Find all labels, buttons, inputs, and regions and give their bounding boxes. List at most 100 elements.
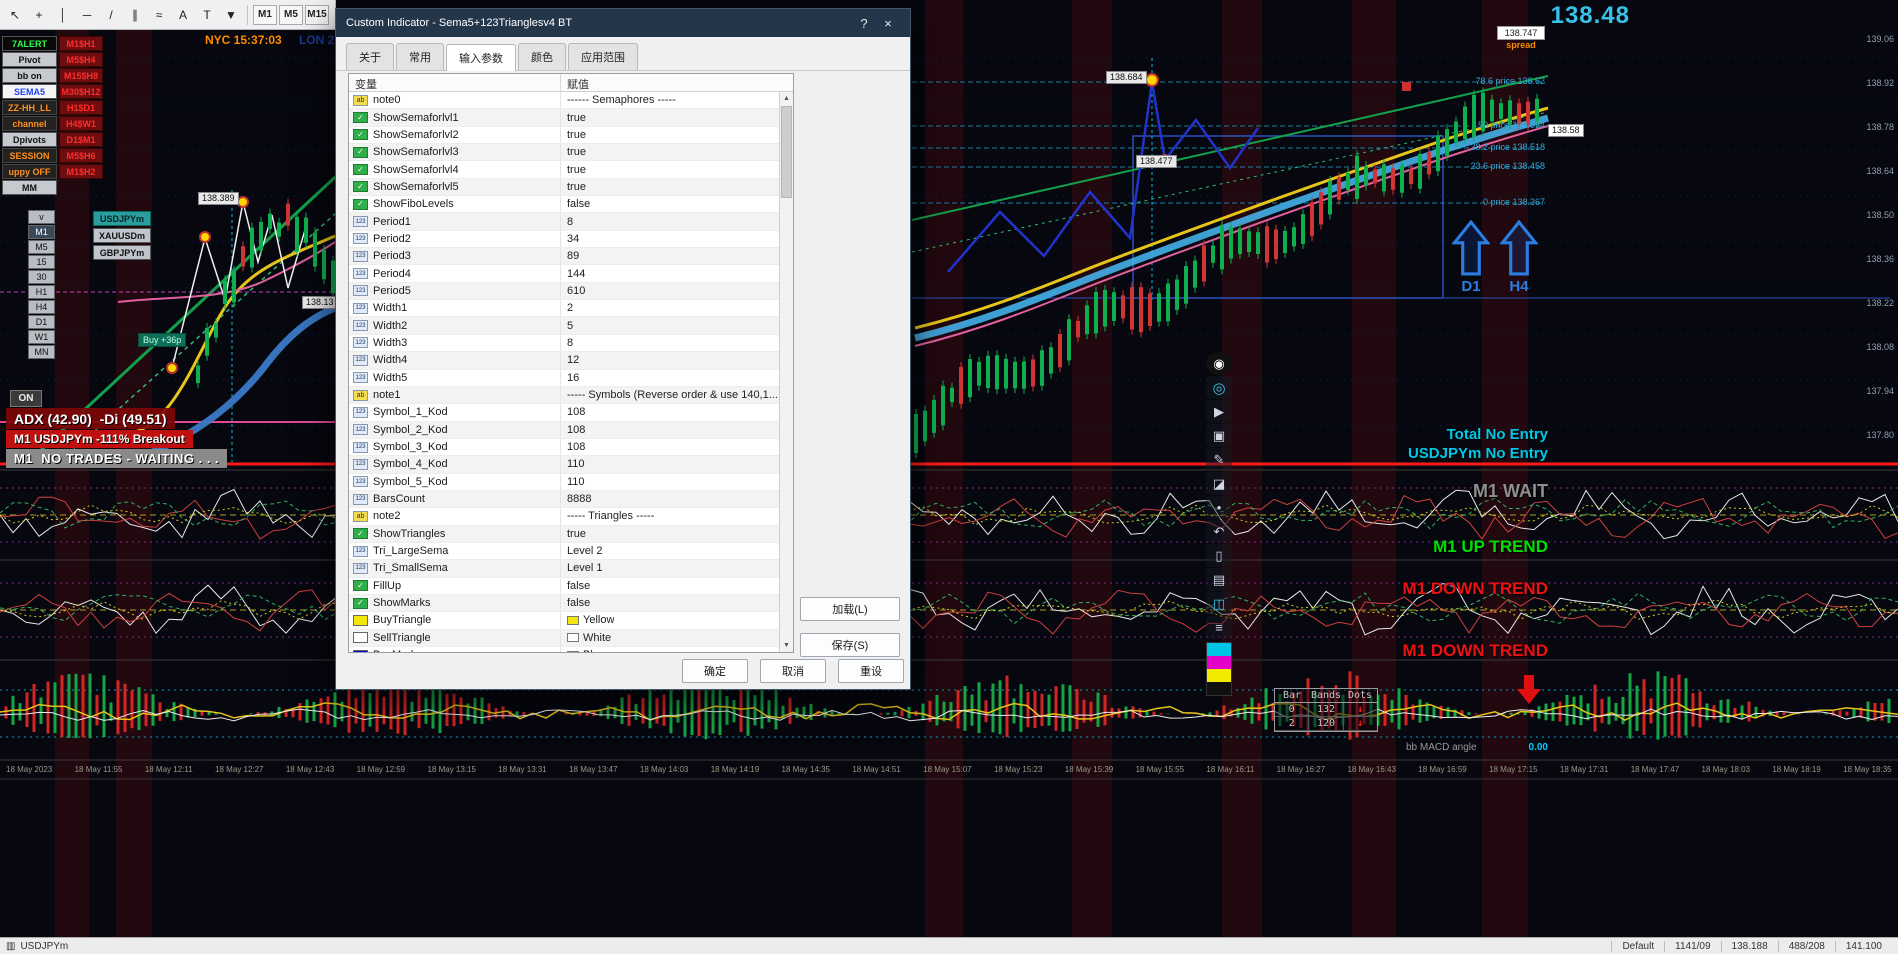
indicator-button-uppy-off[interactable]: uppy OFF	[2, 164, 57, 179]
param-row-width4[interactable]: 123 Width4 12	[349, 352, 779, 370]
param-row-width3[interactable]: 123 Width3 8	[349, 334, 779, 353]
param-row-period2[interactable]: 123 Period2 34	[349, 230, 779, 249]
param-row-showsemaforlvl3[interactable]: ✓ ShowSemaforlvl3 true	[349, 144, 779, 162]
close-button[interactable]: ×	[876, 16, 900, 31]
param-value-cell[interactable]: 12	[561, 354, 779, 366]
param-row-tri_smallsema[interactable]: 123 Tri_SmallSema Level 1	[349, 560, 779, 578]
alert-button-m1-h1[interactable]: M1$H1	[59, 36, 103, 51]
help-button[interactable]: ?	[852, 16, 876, 31]
alert-button-h1-d1[interactable]: H1$D1	[59, 100, 103, 115]
indicator-button-channel[interactable]: channel	[2, 116, 57, 131]
timeframe-d1[interactable]: D1	[28, 315, 55, 329]
param-row-period1[interactable]: 123 Period1 8	[349, 213, 779, 231]
cancel-button[interactable]: 取消	[760, 659, 826, 683]
symbol-gbpjpym[interactable]: GBPJPYm	[93, 245, 151, 260]
load-button[interactable]: 加载(L)	[800, 597, 900, 621]
toolbar-tf-m1[interactable]: M1	[253, 4, 277, 25]
param-value-cell[interactable]: true	[561, 181, 779, 193]
cursor-icon[interactable]: ↖	[4, 4, 26, 26]
dialog-titlebar[interactable]: Custom Indicator - Sema5+123Trianglesv4 …	[336, 9, 910, 37]
param-value-cell[interactable]: 108	[561, 406, 779, 418]
alert-button-m5-h6[interactable]: M5$H6	[59, 148, 103, 163]
scroll-down-icon[interactable]: ▼	[780, 639, 793, 652]
eye-icon[interactable]: ◎	[1206, 376, 1232, 399]
text-icon[interactable]: A	[172, 4, 194, 26]
param-row-showsemaforlvl5[interactable]: ✓ ShowSemaforlvl5 true	[349, 178, 779, 197]
timeframe-30[interactable]: 30	[28, 270, 55, 284]
param-row-symbol_1_kod[interactable]: 123 Symbol_1_Kod 108	[349, 404, 779, 422]
param-row-symbol_4_kod[interactable]: 123 Symbol_4_Kod 110	[349, 456, 779, 474]
symbol-usdjpym[interactable]: USDJPYm	[93, 211, 151, 226]
camera-icon[interactable]: ◫	[1206, 592, 1232, 615]
indicator-button-zz-hh_ll[interactable]: ZZ-HH_LL	[2, 100, 57, 115]
param-row-selltriangle[interactable]: SellTriangle White	[349, 629, 779, 647]
param-value-cell[interactable]: 108	[561, 441, 779, 453]
param-row-period5[interactable]: 123 Period5 610	[349, 282, 779, 301]
tab-about[interactable]: 关于	[346, 43, 394, 70]
indicator-button-mm[interactable]: MM	[2, 180, 57, 195]
param-row-period4[interactable]: 123 Period4 144	[349, 265, 779, 283]
param-value-cell[interactable]: true	[561, 164, 779, 176]
param-row-tri_largesema[interactable]: 123 Tri_LargeSema Level 2	[349, 542, 779, 561]
alert-button-h4-w1[interactable]: H4$W1	[59, 116, 103, 131]
param-value-cell[interactable]: White	[561, 632, 779, 644]
param-value-cell[interactable]: true	[561, 528, 779, 540]
eraser-icon[interactable]: ◪	[1206, 472, 1232, 495]
vertical-line-icon[interactable]: │	[52, 4, 74, 26]
param-value-cell[interactable]: 110	[561, 458, 779, 470]
timeframe-v[interactable]: v	[28, 210, 55, 224]
undo-icon[interactable]: ↶	[1206, 520, 1232, 543]
on-button[interactable]: ON	[10, 390, 42, 407]
ok-button[interactable]: 确定	[682, 659, 748, 683]
param-value-cell[interactable]: 108	[561, 424, 779, 436]
monitor-icon[interactable]: ▤	[1206, 568, 1232, 591]
dot-icon[interactable]: •	[1206, 496, 1232, 519]
fibonacci-icon[interactable]: ≈	[148, 4, 170, 26]
param-row-showsemaforlvl1[interactable]: ✓ ShowSemaforlvl1 true	[349, 109, 779, 127]
symbol-xauusdm[interactable]: XAUUSDm	[93, 228, 151, 243]
param-row-symbol_5_kod[interactable]: 123 Symbol_5_Kod 110	[349, 473, 779, 491]
timeframe-m5[interactable]: M5	[28, 240, 55, 254]
timeframe-mn[interactable]: MN	[28, 345, 55, 359]
param-row-showsemaforlvl2[interactable]: ✓ ShowSemaforlvl2 true	[349, 126, 779, 145]
scroll-up-icon[interactable]: ▲	[780, 92, 793, 105]
param-value-cell[interactable]: Level 1	[561, 562, 779, 574]
palette-color[interactable]	[1207, 656, 1231, 669]
param-value-cell[interactable]: true	[561, 146, 779, 158]
text-label-icon[interactable]: T	[196, 4, 218, 26]
param-row-showsemaforlvl4[interactable]: ✓ ShowSemaforlvl4 true	[349, 161, 779, 179]
param-value-cell[interactable]: true	[561, 112, 779, 124]
alert-button-m1-h2[interactable]: M1$H2	[59, 164, 103, 179]
scrollbar-thumb[interactable]	[781, 106, 792, 198]
indicator-button-sema5[interactable]: SEMA5	[2, 84, 57, 99]
alert-button-m5-h4[interactable]: M5$H4	[59, 52, 103, 67]
param-row-note2[interactable]: ab note2 ----- Triangles -----	[349, 508, 779, 526]
tab-colors[interactable]: 颜色	[518, 43, 566, 70]
timeframe-m1[interactable]: M1	[28, 225, 55, 239]
param-value-cell[interactable]: 2	[561, 302, 779, 314]
param-value-cell[interactable]: false	[561, 198, 779, 210]
crosshair-icon[interactable]: +	[28, 4, 50, 26]
price-axis[interactable]: 139.06 138.92 138.78 138.64 138.50 138.36 138.…	[1852, 0, 1898, 470]
param-row-showfibolevels[interactable]: ✓ ShowFiboLevels false	[349, 196, 779, 214]
alert-button-m30-h12[interactable]: M30$H12	[59, 84, 103, 99]
param-value-cell[interactable]: 144	[561, 268, 779, 280]
reset-button[interactable]: 重设	[838, 659, 904, 683]
indicator-button-bb-on[interactable]: bb on	[2, 68, 57, 83]
param-row-showtriangles[interactable]: ✓ ShowTriangles true	[349, 525, 779, 543]
param-value-cell[interactable]: 610	[561, 285, 779, 297]
param-value-cell[interactable]: 8	[561, 216, 779, 228]
param-row-note0[interactable]: ab note0 ------ Semaphores -----	[349, 92, 779, 110]
toolbar-tf-m5[interactable]: M5	[279, 4, 303, 25]
pencil-icon[interactable]: ✎	[1206, 448, 1232, 471]
save-button[interactable]: 保存(S)	[800, 633, 900, 657]
param-value-cell[interactable]: false	[561, 580, 779, 592]
param-row-width5[interactable]: 123 Width5 16	[349, 369, 779, 387]
param-row-period3[interactable]: 123 Period3 89	[349, 248, 779, 266]
param-value-cell[interactable]: true	[561, 129, 779, 141]
horizontal-line-icon[interactable]: ─	[76, 4, 98, 26]
param-row-barscount[interactable]: 123 BarsCount 8888	[349, 490, 779, 509]
param-row-fillup[interactable]: ✓ FillUp false	[349, 577, 779, 595]
param-value-cell[interactable]: 34	[561, 233, 779, 245]
palette-color[interactable]	[1207, 669, 1231, 682]
